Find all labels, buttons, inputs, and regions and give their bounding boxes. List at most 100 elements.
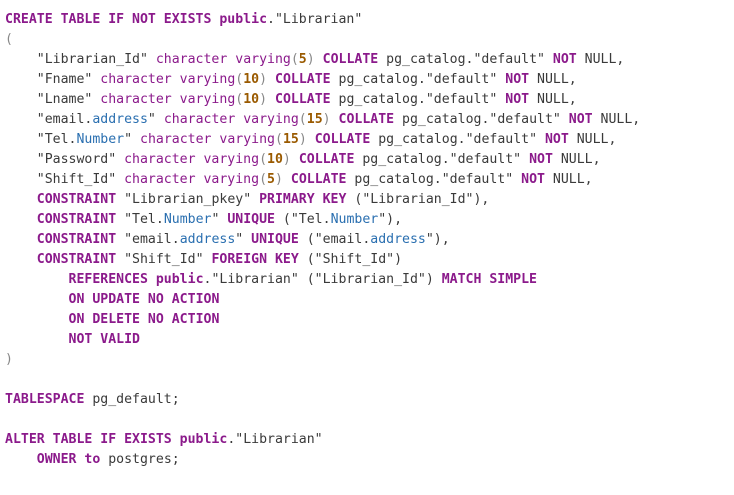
code-token: pg_catalog."default" [330, 72, 506, 87]
code-token: pg_catalog."default" [346, 172, 522, 187]
code-token: MATCH SIMPLE [441, 272, 537, 287]
code-line[interactable]: CREATE TABLE IF NOT EXISTS public."Libra… [5, 10, 734, 30]
code-token: postgres; [100, 452, 180, 467]
code-token: address [179, 232, 236, 247]
code-token: " [235, 232, 252, 247]
code-token: ."Librarian" ("Librarian_Id") [203, 272, 442, 287]
code-token: 15 [282, 132, 299, 147]
code-token: " [124, 132, 140, 147]
code-token: "email. [116, 232, 180, 247]
code-line[interactable]: ON UPDATE NO ACTION [5, 290, 734, 310]
code-token: REFERENCES public [68, 272, 204, 287]
code-token: COLLATE [322, 52, 379, 67]
code-token: TABLESPACE [5, 392, 85, 407]
code-token: 10 [243, 92, 260, 107]
code-token: ("Tel. [274, 212, 331, 227]
code-token: "Librarian_pkey" [116, 192, 260, 207]
code-token: NOT [544, 132, 569, 147]
code-token: "), [425, 232, 450, 247]
code-line[interactable]: NOT VALID [5, 330, 734, 350]
code-line[interactable]: "Fname" character varying(10) COLLATE pg… [5, 70, 734, 90]
code-token: NOT [505, 92, 530, 107]
code-line[interactable]: "Password" character varying(10) COLLATE… [5, 150, 734, 170]
code-line[interactable]: "Lname" character varying(10) COLLATE pg… [5, 90, 734, 110]
code-line[interactable]: ALTER TABLE IF EXISTS public."Librarian" [5, 430, 734, 450]
code-token: 10 [243, 72, 260, 87]
code-token: pg_catalog."default" [394, 112, 569, 127]
code-token: ON UPDATE NO ACTION [68, 292, 220, 307]
code-token: ("email. [298, 232, 371, 247]
code-line[interactable]: CONSTRAINT "Shift_Id" FOREIGN KEY ("Shif… [5, 250, 734, 270]
code-line[interactable]: ( [5, 30, 734, 50]
code-line[interactable]: ) [5, 350, 734, 370]
code-token: pg_catalog."default" [330, 92, 506, 107]
code-line[interactable] [5, 370, 734, 390]
code-token: "Tel. [5, 132, 77, 147]
code-token: CONSTRAINT [36, 212, 117, 227]
code-token: FOREIGN KEY [211, 252, 299, 267]
code-token: "Tel. [116, 212, 164, 227]
code-token: CONSTRAINT [36, 232, 117, 247]
code-token: UNIQUE [227, 212, 275, 227]
code-token: ) [259, 72, 275, 87]
code-token: ) [322, 112, 339, 127]
code-token: ( [298, 112, 307, 127]
code-line[interactable]: REFERENCES public."Librarian" ("Libraria… [5, 270, 734, 290]
code-token: ."Librarian" [227, 432, 323, 447]
code-line[interactable]: "Tel.Number" character varying(15) COLLA… [5, 130, 734, 150]
code-token: "email. [5, 112, 93, 127]
code-token: "Librarian_Id" [5, 52, 156, 67]
code-line[interactable] [5, 410, 734, 430]
code-token: ON DELETE NO ACTION [68, 312, 220, 327]
code-token: ) [274, 172, 291, 187]
code-token: OWNER to [36, 452, 101, 467]
code-token: character varying [140, 132, 275, 147]
code-token: NULL, [529, 72, 577, 87]
code-token: NOT [521, 172, 545, 187]
code-token: ) [306, 52, 323, 67]
code-line[interactable]: OWNER to postgres; [5, 450, 734, 470]
code-token: CONSTRAINT [36, 192, 117, 207]
code-token: ) [259, 92, 275, 107]
code-token: character varying [163, 112, 299, 127]
code-line[interactable]: "Shift_Id" character varying(5) COLLATE … [5, 170, 734, 190]
code-token: COLLATE [338, 112, 395, 127]
code-token: character varying [100, 92, 236, 107]
code-token: ) [298, 132, 315, 147]
code-token: ("Shift_Id") [298, 252, 403, 267]
code-token: ( [274, 132, 283, 147]
code-token: address [92, 112, 148, 127]
code-line[interactable]: CONSTRAINT "Librarian_pkey" PRIMARY KEY … [5, 190, 734, 210]
code-line[interactable]: CONSTRAINT "Tel.Number" UNIQUE ("Tel.Num… [5, 210, 734, 230]
code-token: ( [259, 152, 268, 167]
code-token: COLLATE [275, 72, 331, 87]
code-line[interactable]: ON DELETE NO ACTION [5, 310, 734, 330]
code-token: NULL, [592, 112, 641, 127]
code-token: UNIQUE [251, 232, 299, 247]
code-token: 10 [267, 152, 283, 167]
code-token: "Shift_Id" [116, 252, 212, 267]
code-line[interactable]: "Librarian_Id" character varying(5) COLL… [5, 50, 734, 70]
code-token: COLLATE [290, 172, 347, 187]
code-token: ( [5, 32, 13, 47]
code-line[interactable]: "email.address" character varying(15) CO… [5, 110, 734, 130]
code-token: CREATE TABLE IF NOT EXISTS public [5, 12, 268, 27]
code-token: 5 [298, 52, 307, 67]
code-token: "Fname" [5, 72, 101, 87]
code-line[interactable]: CONSTRAINT "email.address" UNIQUE ("emai… [5, 230, 734, 250]
code-line[interactable]: TABLESPACE pg_default; [5, 390, 734, 410]
code-token: pg_default; [84, 392, 180, 407]
code-token: ) [282, 152, 299, 167]
code-token: "Password" [5, 152, 125, 167]
code-token: NULL, [552, 152, 601, 167]
sql-code-editor[interactable]: CREATE TABLE IF NOT EXISTS public ."Libra… [0, 0, 734, 495]
code-token: NULL, [544, 172, 593, 187]
code-token: character varying [124, 152, 260, 167]
code-token: "Lname" [5, 92, 101, 107]
